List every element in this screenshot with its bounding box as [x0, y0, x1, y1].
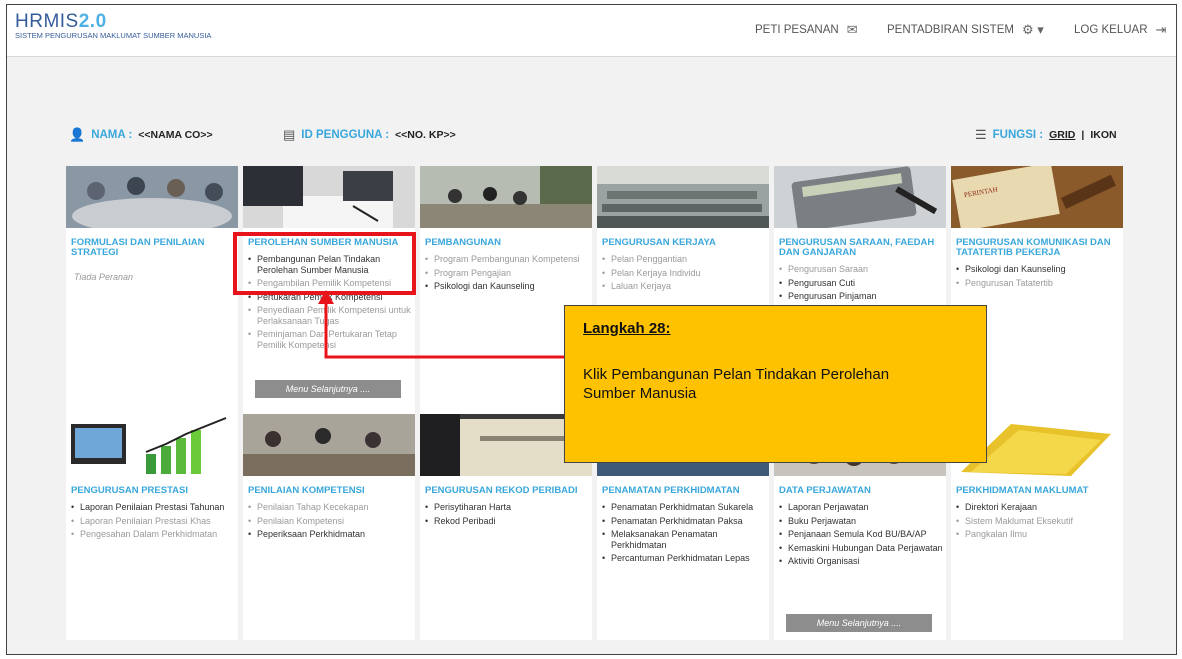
instruction-callout: Langkah 28: Klik Pembangunan Pelan Tinda…	[564, 305, 987, 463]
callout-heading: Langkah 28:	[583, 320, 671, 337]
callout-body: Klik Pembangunan Pelan Tindakan Peroleha…	[583, 366, 890, 402]
